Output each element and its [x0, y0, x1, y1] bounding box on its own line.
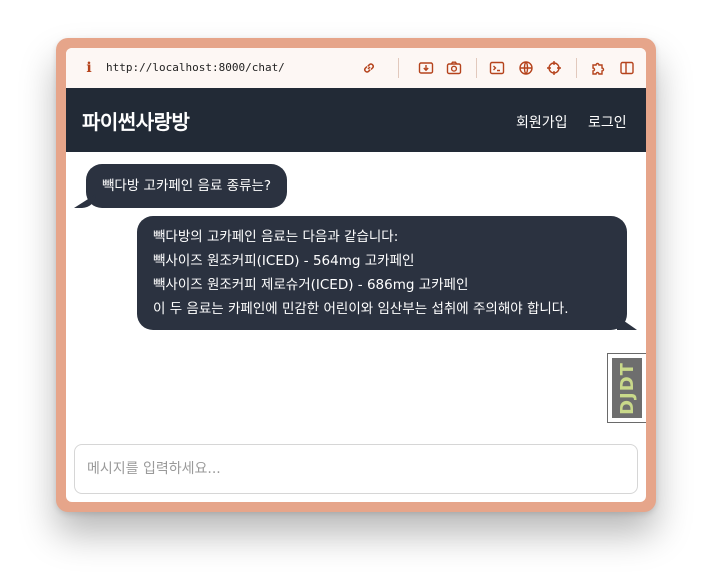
link-icon[interactable] [360, 59, 378, 77]
bot-message-bubble: 빽다방의 고카페인 음료는 다음과 같습니다: 빽사이즈 원조커피(ICED) … [137, 216, 627, 330]
debug-toolbar-logo: DJDT [612, 358, 642, 418]
browser-window: i http://localhost:8000/chat/ 파이썬사랑방 회원가… [66, 48, 646, 502]
url-text[interactable]: http://localhost:8000/chat/ [106, 61, 285, 74]
crosshair-icon[interactable] [545, 59, 563, 77]
user-message-bubble: 빽다방 고카페인 음료 종류는? [86, 164, 288, 208]
download-icon[interactable] [417, 59, 435, 77]
bot-message-line: 빽사이즈 원조커피 제로슈거(ICED) - 686mg 고카페인 [153, 277, 469, 293]
globe-icon[interactable] [517, 59, 535, 77]
app-header: 파이썬사랑방 회원가입 로그인 [66, 88, 646, 152]
login-link[interactable]: 로그인 [588, 112, 627, 132]
toolbar-divider [476, 58, 477, 78]
debug-toolbar-toggle[interactable]: DJDT [607, 353, 646, 423]
toolbar-divider [576, 58, 577, 78]
message-input[interactable] [75, 445, 637, 493]
terminal-icon[interactable] [488, 59, 506, 77]
bot-message-line: 이 두 음료는 카페인에 민감한 어린이와 임산부는 섭취에 주의해야 합니다. [153, 301, 569, 317]
signup-link[interactable]: 회원가입 [516, 112, 568, 132]
user-message-text: 빽다방 고카페인 음료 종류는? [102, 178, 272, 194]
chat-messages: 빽다방 고카페인 음료 종류는? 빽다방의 고카페인 음료는 다음과 같습니다:… [66, 152, 646, 442]
toolbar-divider [398, 58, 399, 78]
message-composer [74, 444, 638, 494]
camera-icon[interactable] [445, 59, 463, 77]
debug-toolbar-label: DJDT [616, 361, 638, 415]
puzzle-icon[interactable] [589, 59, 607, 77]
info-icon[interactable]: i [84, 60, 94, 76]
sidebar-icon[interactable] [618, 59, 636, 77]
bot-message-line: 빽다방의 고카페인 음료는 다음과 같습니다: [153, 229, 399, 245]
brand-title[interactable]: 파이썬사랑방 [82, 106, 190, 135]
bot-message-line: 빽사이즈 원조커피(ICED) - 564mg 고카페인 [153, 253, 415, 269]
url-bar: i http://localhost:8000/chat/ [66, 48, 646, 89]
